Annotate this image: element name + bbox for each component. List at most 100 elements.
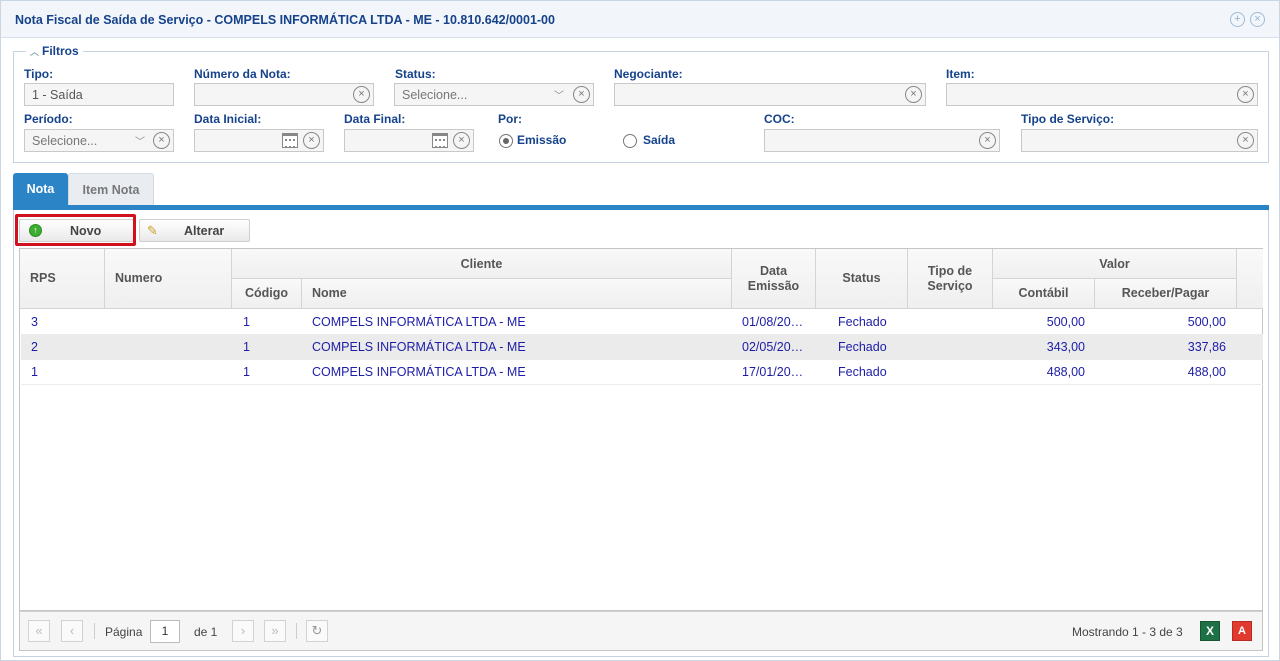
header-contabil[interactable]: Contábil [993, 279, 1095, 309]
cell-contabil: 343,00 [1046, 340, 1085, 354]
first-page-icon[interactable]: « [28, 620, 50, 642]
cell-codigo: 1 [243, 340, 250, 354]
page-number-input[interactable]: 1 [150, 620, 180, 643]
radio-emissao-label[interactable]: Emissão [517, 133, 566, 147]
pager-separator [94, 623, 95, 639]
chevron-down-icon[interactable]: ﹀ [554, 87, 564, 102]
refresh-icon[interactable]: ↻ [306, 620, 328, 642]
periodo-label: Período: [24, 112, 73, 126]
clear-icon[interactable]: × [303, 132, 320, 149]
radio-emissao[interactable] [499, 134, 513, 148]
prev-page-icon[interactable]: ‹ [61, 620, 83, 642]
clear-icon[interactable]: × [573, 86, 590, 103]
status-select[interactable]: Selecione... ﹀ × [394, 83, 594, 106]
data-final-input[interactable]: × [344, 129, 474, 152]
cell-codigo: 1 [243, 365, 250, 379]
cell-rps: 2 [31, 340, 38, 354]
header-spacer [1237, 249, 1263, 309]
clear-icon[interactable]: × [905, 86, 922, 103]
header-codigo[interactable]: Código [232, 279, 302, 309]
item-label: Item: [946, 67, 975, 81]
next-page-icon[interactable]: › [232, 620, 254, 642]
tipo-servico-label: Tipo de Serviço: [1021, 112, 1115, 126]
item-input[interactable]: × [946, 83, 1258, 106]
radio-saida-label[interactable]: Saída [643, 133, 675, 147]
window-title: Nota Fiscal de Saída de Serviço - COMPEL… [15, 13, 555, 27]
title-bar: Nota Fiscal de Saída de Serviço - COMPEL… [1, 1, 1279, 38]
cell-nome: COMPELS INFORMÁTICA LTDA - ME [312, 340, 526, 354]
clear-icon[interactable]: × [153, 132, 170, 149]
cell-status: Fechado [838, 315, 887, 329]
collapse-chevron-icon[interactable]: ︿ [30, 47, 39, 57]
highlight-box [15, 214, 136, 246]
cell-receber: 337,86 [1187, 340, 1226, 354]
table-row[interactable]: 1 1 COMPELS INFORMÁTICA LTDA - ME 17/01/… [21, 360, 1263, 385]
status-label: Status: [395, 67, 436, 81]
cell-status: Fechado [838, 340, 887, 354]
table-row[interactable]: 2 1 COMPELS INFORMÁTICA LTDA - ME 02/05/… [21, 335, 1263, 360]
tab-item-nota[interactable]: Item Nota [68, 173, 154, 206]
close-icon[interactable]: × [1250, 12, 1265, 27]
pdf-export-icon[interactable]: A [1232, 621, 1252, 641]
tipo-label: Tipo: [24, 67, 54, 81]
cell-data: 01/08/20… [742, 315, 804, 329]
negociante-input[interactable]: × [614, 83, 926, 106]
periodo-select[interactable]: Selecione... ﹀ × [24, 129, 174, 152]
tipo-value: 1 - Saída [32, 88, 83, 102]
pager-separator [296, 623, 297, 639]
cell-rps: 3 [31, 315, 38, 329]
excel-export-icon[interactable]: X [1200, 621, 1220, 641]
pager-summary: Mostrando 1 - 3 de 3 [1072, 625, 1183, 639]
notes-grid: RPS Numero Cliente Código Nome Data Emis… [19, 248, 1263, 611]
header-numero[interactable]: Numero [105, 249, 232, 309]
cell-codigo: 1 [243, 315, 250, 329]
cell-contabil: 488,00 [1046, 365, 1085, 379]
tipo-servico-input[interactable]: × [1021, 129, 1258, 152]
header-tipo-servico[interactable]: Tipo de Serviço [908, 249, 993, 309]
page-of-label: de 1 [194, 625, 218, 639]
header-rps[interactable]: RPS [20, 249, 105, 309]
cell-receber: 500,00 [1187, 315, 1226, 329]
data-inicial-input[interactable]: × [194, 129, 324, 152]
calendar-icon[interactable] [432, 133, 448, 148]
data-inicial-label: Data Inicial: [194, 112, 262, 126]
numero-nota-label: Número da Nota: [194, 67, 291, 81]
header-valor: Valor [993, 249, 1237, 279]
clear-icon[interactable]: × [1237, 132, 1254, 149]
page-label: Página [105, 625, 143, 639]
maximize-icon[interactable]: + [1230, 12, 1245, 27]
por-label: Por: [498, 112, 522, 126]
cell-rps: 1 [31, 365, 38, 379]
clear-icon[interactable]: × [979, 132, 996, 149]
cell-data: 17/01/20… [742, 365, 804, 379]
table-row[interactable]: 3 1 COMPELS INFORMÁTICA LTDA - ME 01/08/… [21, 310, 1263, 335]
clear-icon[interactable]: × [353, 86, 370, 103]
chevron-down-icon[interactable]: ﹀ [135, 133, 145, 148]
alterar-button[interactable]: ✎ Alterar [139, 219, 250, 242]
header-nome[interactable]: Nome [302, 279, 732, 309]
cell-status: Fechado [838, 365, 887, 379]
cell-data: 02/05/20… [742, 340, 804, 354]
cell-nome: COMPELS INFORMÁTICA LTDA - ME [312, 315, 526, 329]
filters-legend[interactable]: ︿ Filtros [26, 44, 83, 58]
numero-nota-input[interactable]: × [194, 83, 374, 106]
last-page-icon[interactable]: » [264, 620, 286, 642]
calendar-icon[interactable] [282, 133, 298, 148]
header-receber-pagar[interactable]: Receber/Pagar [1095, 279, 1237, 309]
cell-receber: 488,00 [1187, 365, 1226, 379]
tipo-field[interactable]: 1 - Saída [24, 83, 174, 106]
coc-input[interactable]: × [764, 129, 1000, 152]
clear-icon[interactable]: × [1237, 86, 1254, 103]
status-placeholder: Selecione... [402, 88, 468, 102]
coc-label: COC: [764, 112, 795, 126]
header-status[interactable]: Status [816, 249, 908, 309]
clear-icon[interactable]: × [453, 132, 470, 149]
negociante-label: Negociante: [614, 67, 683, 81]
data-final-label: Data Final: [344, 112, 406, 126]
header-data-emissao[interactable]: Data Emissão [732, 249, 816, 309]
radio-saida[interactable] [623, 134, 637, 148]
pagination-bar: « ‹ Página 1 de 1 › » ↻ Mostrando 1 - 3 … [19, 611, 1263, 651]
cell-nome: COMPELS INFORMÁTICA LTDA - ME [312, 365, 526, 379]
edit-pencil-icon: ✎ [147, 223, 158, 238]
tab-nota[interactable]: Nota [13, 173, 68, 206]
